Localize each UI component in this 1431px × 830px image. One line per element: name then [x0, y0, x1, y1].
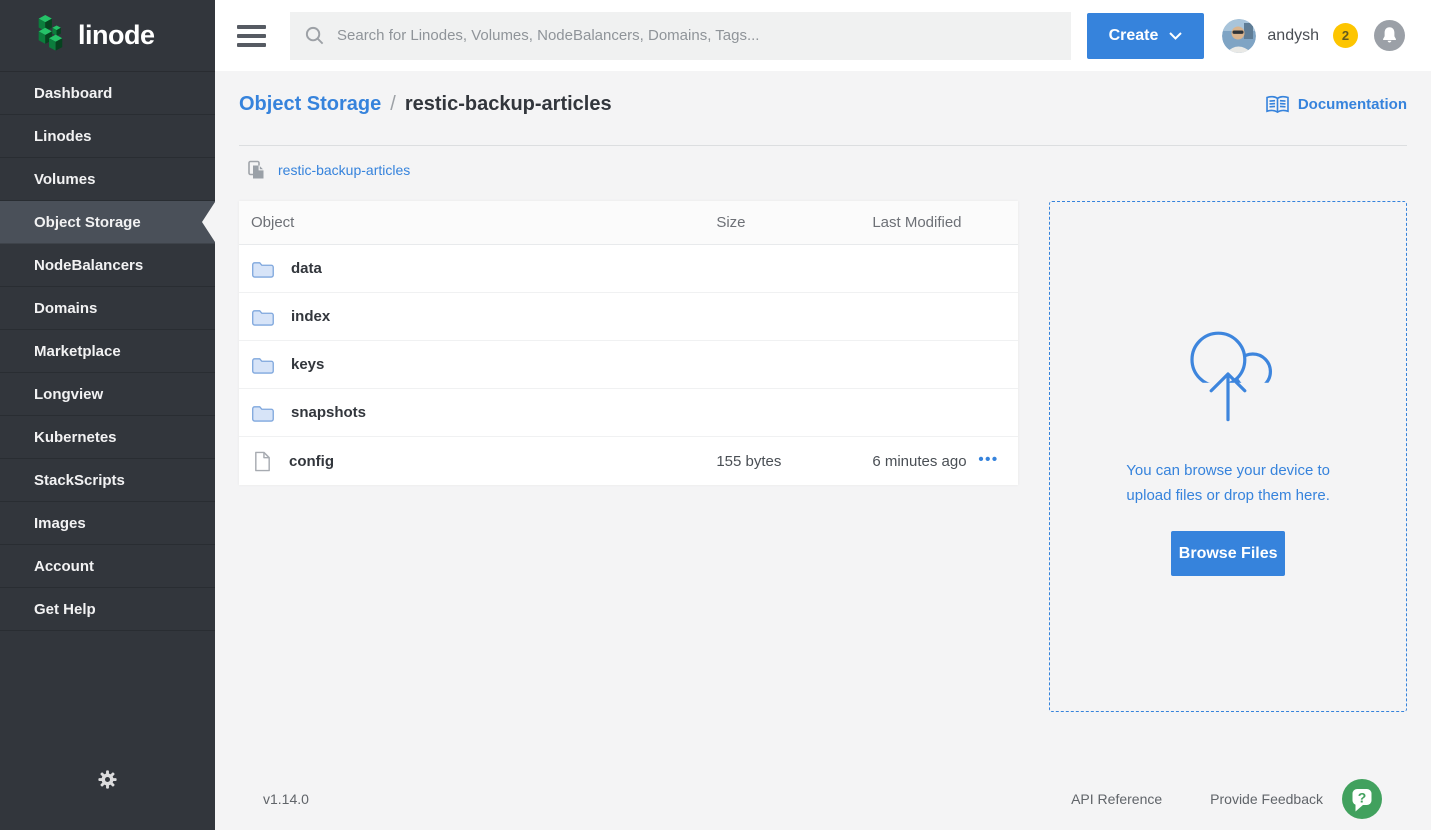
bucket-root-link[interactable]: restic-backup-articles	[278, 162, 410, 178]
sidebar-item-dashboard[interactable]: Dashboard	[0, 72, 215, 115]
sidebar-item-object-storage[interactable]: Object Storage	[0, 201, 215, 244]
linode-logo[interactable]: linode	[0, 0, 215, 71]
object-name[interactable]: index	[291, 308, 330, 325]
folder-icon	[251, 307, 274, 326]
sidebar-item-volumes[interactable]: Volumes	[0, 158, 215, 201]
svg-text:?: ?	[1358, 790, 1367, 806]
folder-icon	[251, 259, 274, 278]
section-divider	[239, 145, 1407, 146]
top-header: Create andysh 2	[215, 0, 1431, 71]
sidebar-item-label: NodeBalancers	[34, 257, 143, 274]
hamburger-icon	[237, 25, 266, 29]
api-reference-link[interactable]: API Reference	[1071, 791, 1162, 807]
title-row: Object Storage / restic-backup-articles …	[239, 93, 1407, 116]
cloud-upload-icon	[1176, 314, 1280, 426]
content-row: Object Size Last Modified data	[239, 201, 1407, 712]
main-area: Create andysh 2	[215, 0, 1431, 830]
sidebar: linode Dashboard Linodes Volumes Object …	[0, 0, 215, 830]
table-header-row: Object Size Last Modified	[239, 201, 1018, 245]
sidebar-item-label: Account	[34, 558, 94, 575]
upload-dropzone[interactable]: You can browse your device to upload fil…	[1049, 201, 1407, 712]
notification-count-badge[interactable]: 2	[1333, 23, 1358, 48]
folder-icon	[251, 355, 274, 374]
sidebar-item-label: Dashboard	[34, 85, 112, 102]
object-modified: 6 minutes ago	[872, 453, 978, 470]
table-row-file-config[interactable]: config 155 bytes 6 minutes ago •••	[239, 437, 1018, 485]
object-name[interactable]: config	[289, 453, 334, 470]
sidebar-item-images[interactable]: Images	[0, 502, 215, 545]
sidebar-item-label: Volumes	[34, 171, 95, 188]
file-icon	[253, 451, 272, 472]
chevron-down-icon	[1169, 32, 1182, 40]
object-name[interactable]: snapshots	[291, 404, 366, 421]
object-name[interactable]: keys	[291, 356, 324, 373]
sidebar-item-label: Kubernetes	[34, 429, 117, 446]
column-header-size[interactable]: Size	[716, 214, 872, 231]
sidebar-item-label: Get Help	[34, 601, 96, 618]
theme-settings-button[interactable]	[0, 768, 215, 796]
documentation-label: Documentation	[1298, 96, 1407, 113]
bucket-breadcrumb: restic-backup-articles	[239, 160, 1407, 180]
table-row-folder-snapshots[interactable]: snapshots	[239, 389, 1018, 437]
sidebar-item-nodebalancers[interactable]: NodeBalancers	[0, 244, 215, 287]
help-question-icon: ?	[1341, 778, 1383, 820]
documentation-link[interactable]: Documentation	[1265, 95, 1407, 115]
sidebar-item-longview[interactable]: Longview	[0, 373, 215, 416]
help-button[interactable]: ?	[1341, 778, 1383, 820]
table-row-folder-keys[interactable]: keys	[239, 341, 1018, 389]
table-row-folder-data[interactable]: data	[239, 245, 1018, 293]
breadcrumb: Object Storage / restic-backup-articles	[239, 93, 612, 116]
browse-files-button[interactable]: Browse Files	[1171, 531, 1285, 576]
column-header-object[interactable]: Object	[239, 214, 716, 231]
sidebar-item-stackscripts[interactable]: StackScripts	[0, 459, 215, 502]
user-menu[interactable]: andysh	[1267, 27, 1319, 45]
search-input[interactable]	[337, 27, 1057, 44]
sidebar-nav: Dashboard Linodes Volumes Object Storage…	[0, 71, 215, 631]
sidebar-item-marketplace[interactable]: Marketplace	[0, 330, 215, 373]
breadcrumb-object-storage-link[interactable]: Object Storage	[239, 93, 381, 116]
page-title: restic-backup-articles	[405, 93, 612, 116]
version-link[interactable]: v1.14.0	[263, 791, 309, 807]
sidebar-item-label: StackScripts	[34, 472, 125, 489]
bell-icon	[1374, 20, 1405, 51]
sidebar-item-label: Object Storage	[34, 214, 141, 231]
upload-instructions: You can browse your device to upload fil…	[1122, 458, 1334, 508]
breadcrumb-separator: /	[390, 93, 396, 116]
object-size: 155 bytes	[716, 453, 872, 470]
page-footer: v1.14.0 API Reference Provide Feedback ?	[239, 768, 1407, 830]
logo-wordmark: linode	[78, 20, 155, 51]
create-button[interactable]: Create	[1087, 13, 1205, 59]
book-icon	[1265, 95, 1290, 115]
linode-cubes-icon	[33, 13, 67, 58]
sidebar-item-account[interactable]: Account	[0, 545, 215, 588]
sidebar-item-label: Domains	[34, 300, 97, 317]
object-table: Object Size Last Modified data	[239, 201, 1018, 485]
sidebar-item-label: Images	[34, 515, 86, 532]
page-content: Object Storage / restic-backup-articles …	[215, 71, 1431, 830]
more-options-icon[interactable]: •••	[978, 452, 998, 471]
column-header-last-modified[interactable]: Last Modified	[872, 214, 978, 231]
search-icon	[304, 25, 325, 46]
sidebar-item-domains[interactable]: Domains	[0, 287, 215, 330]
notifications-button[interactable]	[1374, 20, 1405, 51]
footer-links: API Reference Provide Feedback ?	[1023, 778, 1383, 820]
sidebar-item-kubernetes[interactable]: Kubernetes	[0, 416, 215, 459]
sidebar-item-get-help[interactable]: Get Help	[0, 588, 215, 631]
sidebar-item-label: Longview	[34, 386, 103, 403]
table-row-folder-index[interactable]: index	[239, 293, 1018, 341]
create-button-label: Create	[1109, 27, 1159, 45]
avatar[interactable]	[1222, 19, 1256, 53]
object-name[interactable]: data	[291, 260, 322, 277]
folder-icon	[251, 403, 274, 422]
sidebar-item-label: Marketplace	[34, 343, 121, 360]
sidebar-item-label: Linodes	[34, 128, 92, 145]
copy-path-icon[interactable]	[246, 160, 265, 180]
provide-feedback-link[interactable]: Provide Feedback	[1210, 791, 1323, 807]
global-search[interactable]	[290, 12, 1071, 60]
gear-icon	[96, 768, 119, 796]
menu-toggle-button[interactable]	[237, 25, 266, 47]
sidebar-item-linodes[interactable]: Linodes	[0, 115, 215, 158]
